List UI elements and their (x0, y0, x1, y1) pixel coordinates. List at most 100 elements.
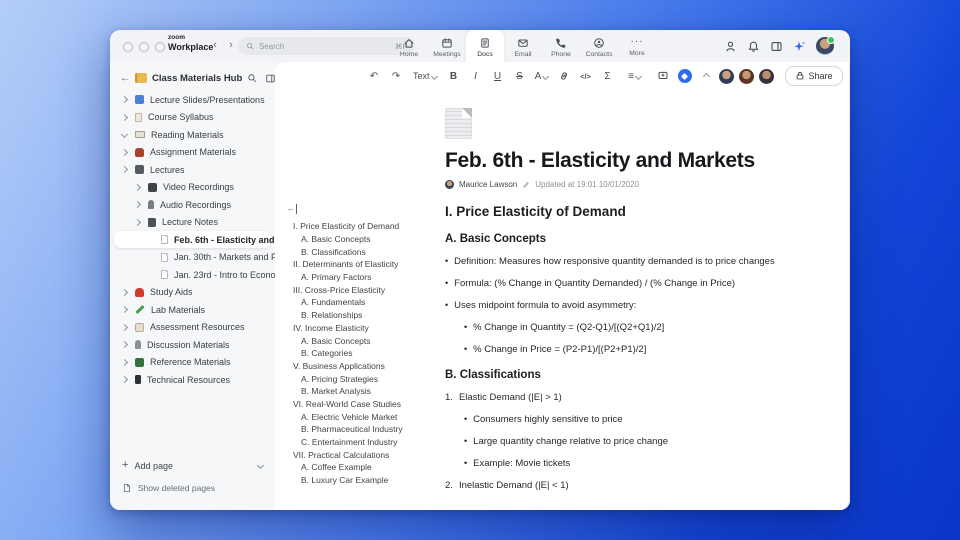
collaborator-avatar[interactable] (737, 67, 755, 85)
outline-item[interactable]: II. Determinants of Elasticity (287, 258, 435, 271)
show-deleted-pages-button[interactable]: Show deleted pages (110, 480, 275, 496)
sidebar-item[interactable]: Jan. 30th - Markets and P... (110, 249, 275, 267)
chevron-right-icon[interactable] (120, 113, 135, 121)
nav-forward-button[interactable]: › (224, 39, 238, 51)
maximize-window-button[interactable] (155, 42, 165, 52)
sidebar-item[interactable]: Lecture Notes (110, 214, 275, 232)
tab-phone[interactable]: Phone (542, 30, 580, 62)
tab-home[interactable]: Home (390, 30, 428, 62)
outline-item[interactable]: B. Relationships (287, 309, 435, 322)
chevron-right-icon[interactable] (120, 323, 135, 331)
chevron-right-icon[interactable] (120, 166, 135, 174)
outline-item[interactable]: A. Pricing Strategies (287, 372, 435, 385)
underline-button[interactable]: U (490, 67, 506, 85)
sidebar-item[interactable]: Reading Materials (110, 126, 275, 144)
sidebar-item[interactable]: Assignment Materials (110, 144, 275, 162)
document-title[interactable]: Feb. 6th - Elasticity and Markets (445, 149, 790, 173)
outline-item[interactable]: V. Business Applications (287, 360, 435, 373)
nav-back-button[interactable]: ‹ (208, 39, 222, 51)
chevron-right-icon[interactable] (133, 218, 148, 226)
outline-item[interactable]: A. Basic Concepts (287, 334, 435, 347)
code-button[interactable]: </> (578, 67, 594, 85)
global-search-input[interactable]: Search ⌘F (238, 37, 415, 55)
chevron-right-icon[interactable] (120, 341, 135, 349)
outline-item[interactable]: B. Luxury Car Example (287, 474, 435, 487)
outline-item[interactable]: A. Basic Concepts (287, 233, 435, 246)
tab-more[interactable]: ··· More (618, 30, 656, 62)
ai-sparkle-icon[interactable] (793, 40, 806, 53)
sidebar-item[interactable]: Assessment Resources (110, 319, 275, 337)
outline-item[interactable]: I. Price Elasticity of Demand (287, 220, 435, 233)
sidebar-item[interactable]: Feb. 6th - Elasticity and M... (110, 231, 275, 249)
sidebar-item[interactable]: Course Syllabus (110, 109, 275, 127)
user-avatar[interactable] (816, 36, 835, 55)
collapse-outline-icon[interactable]: ← (287, 204, 297, 214)
outline-item[interactable]: A. Electric Vehicle Market (287, 410, 435, 423)
sidebar-item[interactable]: Lectures (110, 161, 275, 179)
collaborator-avatar[interactable] (757, 67, 775, 85)
outline-item[interactable]: IV. Income Elasticity (287, 322, 435, 335)
sidebar-item[interactable]: Lecture Slides/Presentations (110, 91, 275, 109)
list-align-dropdown[interactable]: ≡ (627, 67, 643, 85)
sidebar-search-icon[interactable] (247, 73, 258, 84)
chevron-right-icon[interactable] (120, 148, 135, 156)
outline-item[interactable]: B. Categories (287, 347, 435, 360)
sidebar-item[interactable]: Reference Materials (110, 354, 275, 372)
italic-button[interactable]: I (468, 67, 484, 85)
back-arrow-icon[interactable]: ← (120, 73, 130, 84)
tab-docs[interactable]: Docs (466, 30, 504, 62)
collapse-toolbar-button[interactable] (699, 67, 715, 85)
formatting-toolbar: ↶ ↷ Text B I U S A </> Σ ≡ Share (275, 62, 850, 90)
ai-companion-button[interactable] (677, 69, 692, 83)
outline-item[interactable]: VI. Real-World Case Studies (287, 398, 435, 411)
panel-toggle-icon[interactable] (770, 40, 783, 53)
share-button[interactable]: Share (784, 66, 843, 86)
outline-item[interactable]: B. Classifications (287, 245, 435, 258)
minimize-window-button[interactable] (139, 42, 149, 52)
chevron-right-icon[interactable] (120, 376, 135, 384)
sidebar-item[interactable]: Discussion Materials (110, 336, 275, 354)
collaborator-avatar[interactable] (717, 67, 735, 85)
strikethrough-button[interactable]: S (512, 67, 528, 85)
outline-item[interactable]: III. Cross-Price Elasticity (287, 283, 435, 296)
undo-button[interactable]: ↶ (366, 67, 382, 85)
sidebar-item[interactable]: Technical Resources (110, 371, 275, 389)
chevron-right-icon[interactable] (120, 96, 135, 104)
equation-button[interactable]: Σ (600, 67, 616, 85)
sidebar-item[interactable]: Jan. 23rd - Intro to Econo... (110, 266, 275, 284)
presence-dot (827, 36, 835, 44)
sidebar-item[interactable]: Audio Recordings (110, 196, 275, 214)
document-body[interactable]: Feb. 6th - Elasticity and Markets Mauric… (445, 108, 790, 501)
sidebar-item[interactable]: Lab Materials (110, 301, 275, 319)
outline-item[interactable]: B. Pharmaceutical Industry (287, 423, 435, 436)
chevron-right-icon[interactable] (120, 306, 135, 314)
sidebar-tree: Lecture Slides/Presentations Course Sylla… (110, 91, 275, 389)
outline-item[interactable]: VII. Practical Calculations (287, 448, 435, 461)
chevron-right-icon[interactable] (120, 288, 135, 296)
contact-profile-icon[interactable] (724, 40, 737, 53)
sidebar-item[interactable]: Study Aids (110, 284, 275, 302)
close-window-button[interactable] (123, 42, 133, 52)
outline-item[interactable]: B. Market Analysis (287, 385, 435, 398)
tab-meetings[interactable]: Meetings (428, 30, 466, 62)
chevron-down-icon[interactable] (120, 131, 135, 139)
outline-item[interactable]: A. Fundamentals (287, 296, 435, 309)
outline-item[interactable]: C. Entertainment Industry (287, 436, 435, 449)
text-style-dropdown[interactable]: Text (413, 67, 438, 85)
tab-email[interactable]: Email (504, 30, 542, 62)
text-color-dropdown[interactable]: A (534, 67, 550, 85)
outline-item[interactable]: A. Coffee Example (287, 461, 435, 474)
chevron-right-icon[interactable] (133, 201, 148, 209)
chevron-right-icon[interactable] (120, 358, 135, 366)
sidebar-item[interactable]: Video Recordings (110, 179, 275, 197)
bold-button[interactable]: B (446, 67, 462, 85)
add-page-button[interactable]: + Add page (110, 457, 275, 474)
notifications-bell-icon[interactable] (747, 40, 760, 53)
chevron-down-icon[interactable] (256, 461, 265, 470)
add-comment-button[interactable] (655, 67, 671, 85)
chevron-right-icon[interactable] (133, 183, 148, 191)
redo-button[interactable]: ↷ (388, 67, 404, 85)
tab-contacts[interactable]: Contacts (580, 30, 618, 62)
insert-link-button[interactable] (556, 67, 572, 85)
outline-item[interactable]: A. Primary Factors (287, 271, 435, 284)
